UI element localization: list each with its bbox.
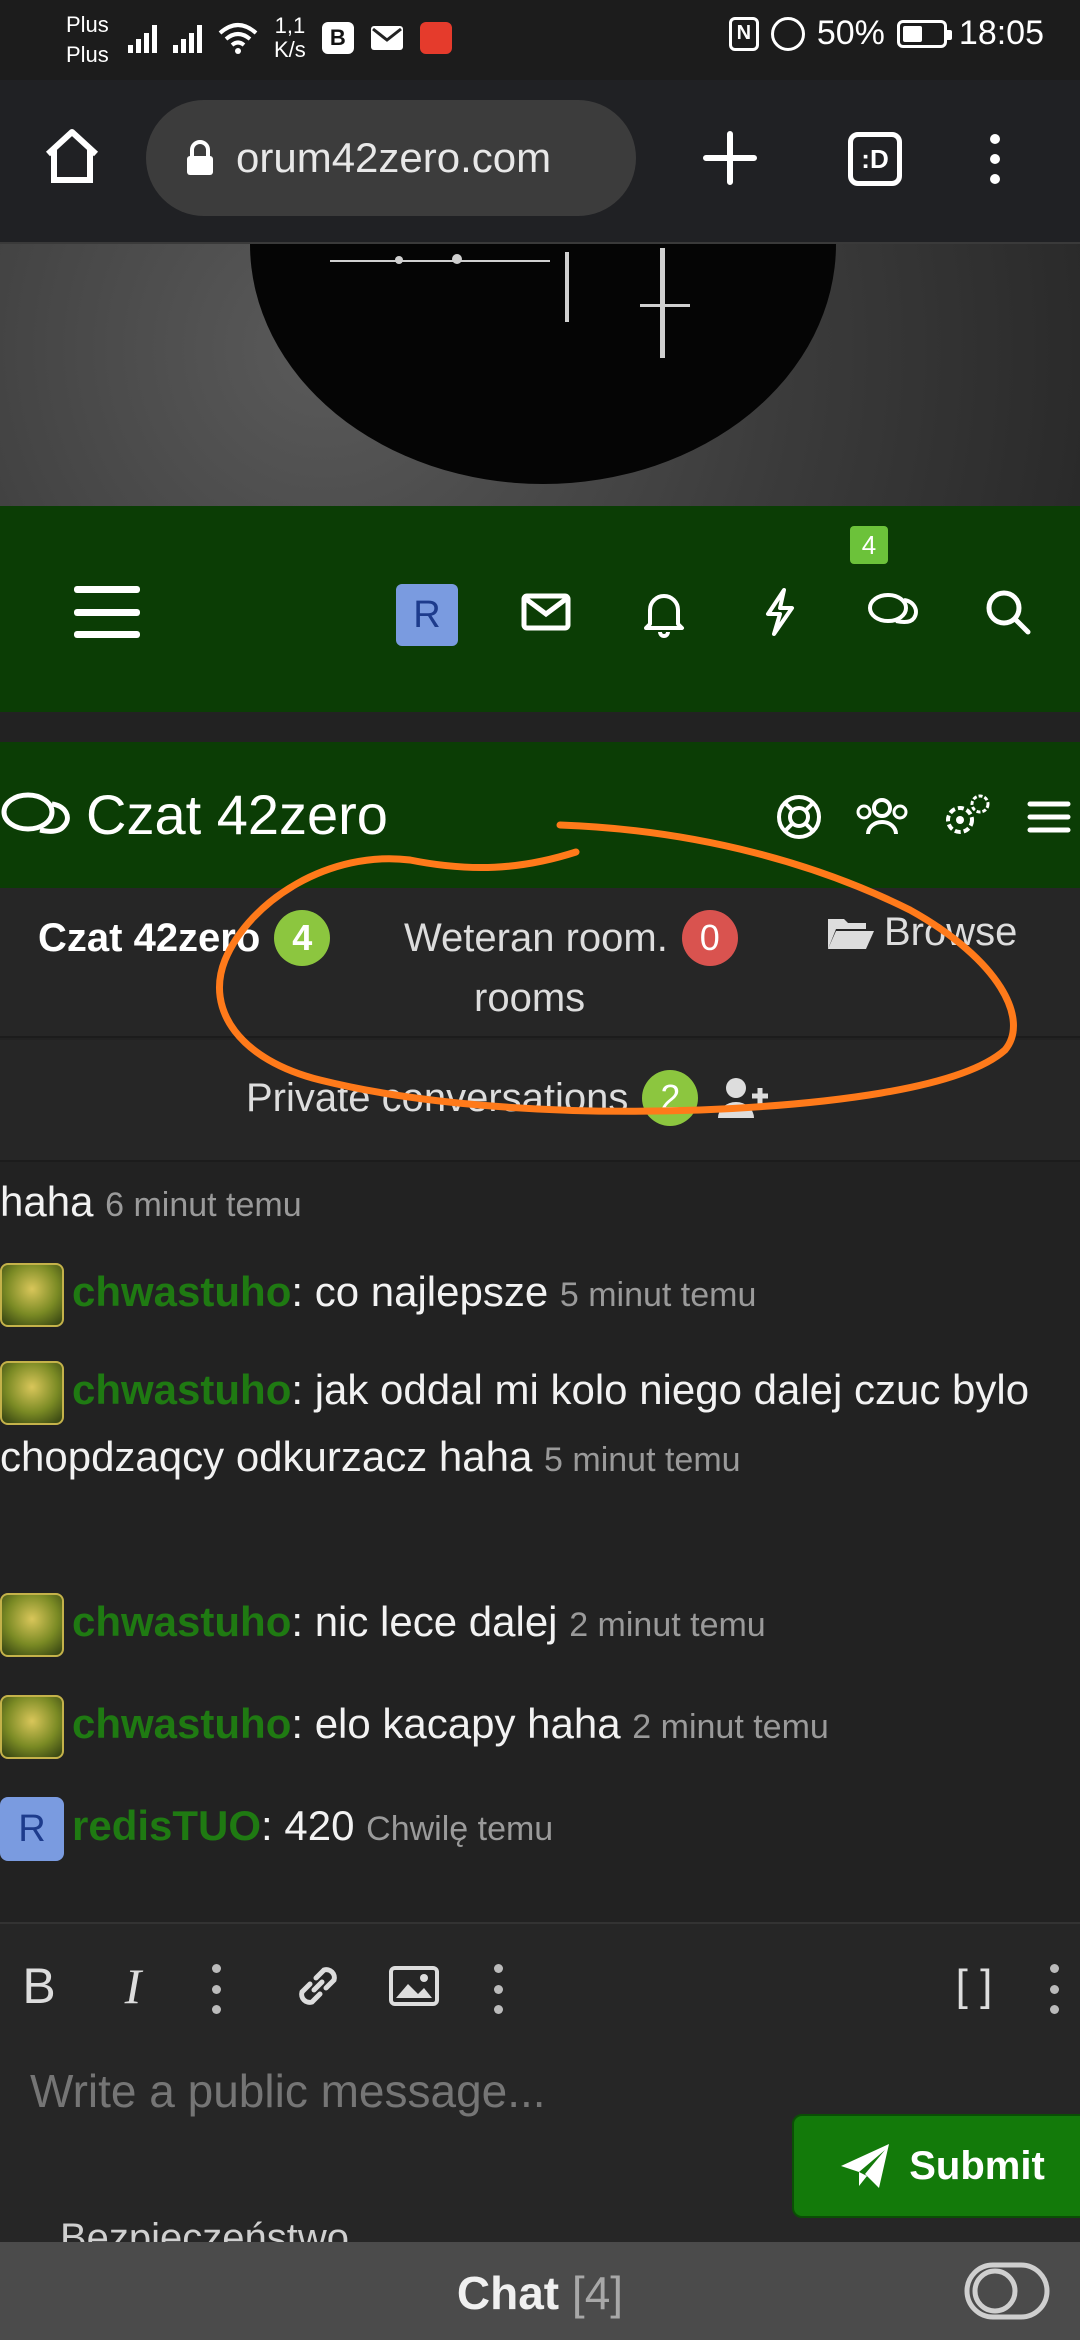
lightning-icon[interactable]: [752, 584, 808, 640]
chat-title: Czat 42zero: [86, 783, 388, 846]
more-insert-icon[interactable]: [492, 1964, 504, 2014]
room-unread-badge: 0: [681, 910, 738, 966]
chat-badge: 4: [850, 526, 888, 564]
chat-icon: [1, 792, 70, 834]
mail-notification-icon: [370, 26, 403, 50]
bell-icon[interactable]: [636, 584, 692, 640]
room-tabs: Czat 42zero 4 Weteran room. 0 Browse roo…: [0, 888, 1080, 1038]
users-icon[interactable]: [852, 790, 912, 844]
forum-navigation: R 4: [0, 506, 1080, 712]
chat-bottom-bar[interactable]: Chat [4]: [0, 2242, 1080, 2340]
banner-disc: [250, 244, 836, 484]
search-icon[interactable]: [980, 584, 1036, 640]
browser-toolbar: orum42zero.com :D: [0, 80, 1080, 244]
private-unread-badge: 2: [642, 1070, 699, 1126]
status-bar: Plus Plus 1,1 K/s B N 50% 18:05: [0, 0, 1080, 80]
message-username[interactable]: chwastuho: [72, 1268, 291, 1315]
lifebuoy-icon[interactable]: [772, 790, 826, 844]
chat-menu-icon[interactable]: [1026, 790, 1072, 844]
obscured-footer-text: Bezpieczeństwo: [60, 2216, 350, 2242]
message-list: haha 6 minut temu chwastuho: co najlepsz…: [0, 1162, 1080, 1922]
message: chwastuho: elo kacapy haha 2 minut temu: [0, 1688, 1080, 1763]
message: chwastuho: co najlepsze 5 minut temu: [0, 1256, 1080, 1331]
code-button[interactable]: [ ]: [944, 1958, 1004, 2014]
carrier-label: Plus Plus: [66, 12, 109, 67]
envelope-icon[interactable]: [518, 584, 574, 640]
bold-button[interactable]: B: [14, 1958, 64, 2014]
lock-icon: [187, 140, 213, 175]
message-username[interactable]: redisTUO: [72, 1802, 261, 1849]
network-speed: 1,1 K/s: [274, 13, 306, 62]
browser-menu-icon[interactable]: [980, 128, 1010, 190]
signal-icon: [128, 23, 157, 53]
message: chwastuho: nic lece dalej 2 minut temu: [0, 1586, 1080, 1661]
image-icon[interactable]: [386, 1958, 442, 2014]
user-avatar[interactable]: [0, 1592, 64, 1657]
app-b-icon: B: [321, 22, 354, 54]
user-avatar[interactable]: R: [396, 584, 458, 646]
user-avatar[interactable]: [0, 1360, 64, 1425]
submit-button[interactable]: Submit: [792, 2114, 1080, 2218]
message-editor: B I [ ] Submit: [0, 1922, 1080, 2242]
tab-switcher-button[interactable]: :D: [848, 132, 902, 186]
app-notification-icon: [419, 22, 452, 54]
user-avatar[interactable]: [0, 1262, 64, 1327]
new-tab-icon[interactable]: [700, 128, 760, 188]
message: RredisTUO: 420 Chwilę temu: [0, 1790, 1080, 1865]
menu-icon[interactable]: [74, 586, 140, 638]
private-conversations-bar: Private conversations 2: [0, 1040, 1080, 1162]
battery-percent: 50%: [816, 14, 885, 52]
forum-banner-image: [0, 244, 1080, 506]
message: chwastuho: jak oddal mi kolo niego dalej…: [0, 1358, 1080, 1492]
room-tab-czat[interactable]: Czat 42zero 4: [38, 910, 331, 966]
chat-bar-label: Chat [4]: [456, 2267, 624, 2319]
more-options-icon[interactable]: [1048, 1964, 1060, 2014]
clock: 18:05: [958, 14, 1044, 52]
user-avatar[interactable]: [0, 1694, 64, 1759]
browse-rooms-link[interactable]: Browse: [826, 910, 1017, 955]
battery-icon: [896, 19, 952, 48]
more-formatting-icon[interactable]: [210, 1964, 222, 2014]
paper-plane-icon: [841, 2144, 890, 2188]
chat-header: Czat 42zero: [0, 742, 1080, 888]
private-conversations-link[interactable]: Private conversations 2: [246, 1070, 772, 1126]
message-input[interactable]: [30, 2064, 770, 2118]
message-username[interactable]: chwastuho: [72, 1598, 291, 1645]
address-bar[interactable]: orum42zero.com: [146, 100, 636, 216]
status-icons-right: N 50% 18:05: [728, 14, 1044, 53]
message: haha 6 minut temu: [0, 1178, 302, 1225]
room-tab-weteran[interactable]: Weteran room. 0: [404, 910, 738, 966]
user-avatar[interactable]: R: [0, 1796, 64, 1861]
status-icons-left: 1,1 K/s B: [128, 14, 452, 62]
chat-bubbles-icon[interactable]: [866, 584, 922, 640]
link-icon[interactable]: [290, 1958, 346, 2014]
message-username[interactable]: chwastuho: [72, 1366, 291, 1413]
italic-button[interactable]: I: [108, 1958, 158, 2014]
browse-rooms-label[interactable]: rooms: [474, 976, 585, 1021]
wifi-icon: [218, 23, 258, 54]
signal-icon: [173, 23, 202, 53]
toggle-icon[interactable]: [964, 2262, 1050, 2320]
message-username[interactable]: chwastuho: [72, 1700, 291, 1747]
add-user-icon[interactable]: [716, 1076, 772, 1120]
home-icon[interactable]: [40, 124, 104, 188]
nfc-icon: N: [728, 16, 759, 51]
room-unread-badge: 4: [274, 910, 331, 966]
url-text: orum42zero.com: [236, 134, 552, 181]
folder-open-icon: [828, 918, 874, 949]
alarm-icon: [770, 16, 805, 51]
settings-gears-icon[interactable]: [940, 790, 994, 844]
